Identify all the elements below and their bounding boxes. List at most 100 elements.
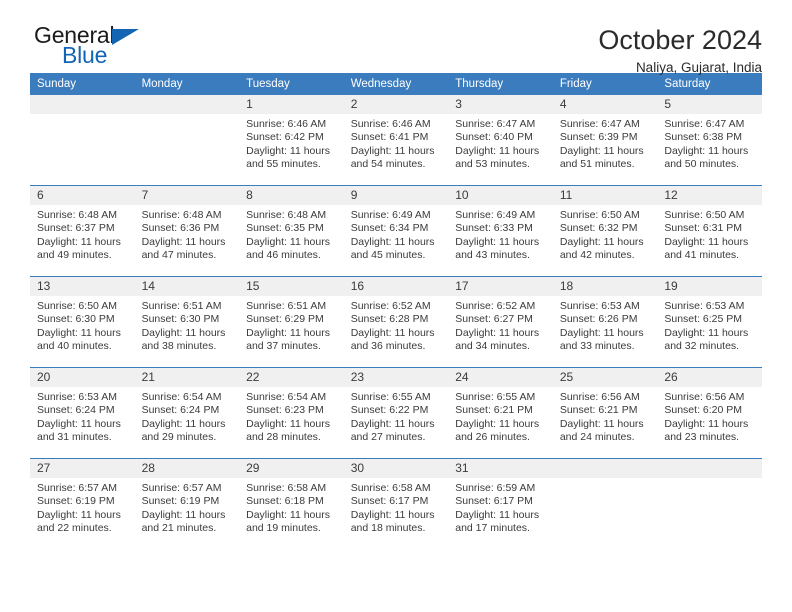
calendar-day-cell[interactable]: 14 Sunrise: 6:51 AM Sunset: 6:30 PM Dayligh… [134,276,240,368]
daylight-duration-line1: Daylight: 11 hours [246,508,330,521]
day-number: 23 [343,368,449,387]
day-details: Sunrise: 6:52 AM Sunset: 6:27 PM Daylight:… [448,296,553,354]
calendar-day-cell[interactable]: 11 Sunrise: 6:50 AM Sunset: 6:32 PM Dayligh… [552,185,658,277]
day-number: 11 [552,186,658,205]
daylight-duration-line1: Daylight: 11 hours [455,235,540,248]
calendar-day-cell[interactable]: 5 Sunrise: 6:47 AM Sunset: 6:38 PM Daylight… [657,95,762,186]
calendar-day-cell[interactable]: 19 Sunrise: 6:53 AM Sunset: 6:25 PM Dayligh… [657,276,762,368]
day-cell-inner: 2 Sunrise: 6:46 AM Sunset: 6:41 PM Daylight… [343,95,449,185]
calendar-day-cell[interactable]: 20 Sunrise: 6:53 AM Sunset: 6:24 PM Dayligh… [30,367,135,459]
sunset-time: Sunset: 6:22 PM [350,404,429,417]
calendar-day-cell[interactable]: 26 Sunrise: 6:56 AM Sunset: 6:20 PM Dayligh… [657,367,762,459]
day-cell-inner: 12 Sunrise: 6:50 AM Sunset: 6:31 PM Dayligh… [657,186,762,276]
day-number: 26 [657,368,762,387]
daylight-duration-line2: and 23 minutes. [664,431,740,444]
calendar-day-cell[interactable]: 10 Sunrise: 6:49 AM Sunset: 6:33 PM Dayligh… [448,185,553,277]
day-details: Sunrise: 6:47 AM Sunset: 6:38 PM Daylight:… [657,114,762,172]
daylight-duration-line1: Daylight: 11 hours [141,417,226,430]
day-cell-inner [30,95,135,185]
day-cell-inner: 22 Sunrise: 6:54 AM Sunset: 6:23 PM Dayligh… [239,368,344,458]
calendar-day-cell[interactable]: 15 Sunrise: 6:51 AM Sunset: 6:29 PM Dayligh… [239,276,344,368]
calendar-day-cell[interactable]: 30 Sunrise: 6:58 AM Sunset: 6:17 PM Dayligh… [343,458,449,549]
daylight-duration-line2: and 42 minutes. [559,249,635,262]
page-title: October 2024 [598,25,762,55]
day-cell-inner: 5 Sunrise: 6:47 AM Sunset: 6:38 PM Daylight… [657,95,762,185]
sunrise-time: Sunrise: 6:47 AM [559,118,640,130]
day-cell-inner: 13 Sunrise: 6:50 AM Sunset: 6:30 PM Dayligh… [30,277,135,367]
calendar-day-cell[interactable]: 25 Sunrise: 6:56 AM Sunset: 6:21 PM Dayligh… [552,367,658,459]
daylight-duration-line2: and 43 minutes. [455,249,530,262]
calendar-day-cell[interactable]: 6 Sunrise: 6:48 AM Sunset: 6:37 PM Daylight… [30,185,135,277]
calendar-day-cell[interactable]: 7 Sunrise: 6:48 AM Sunset: 6:36 PM Daylight… [134,185,240,277]
calendar-week-row: 20 Sunrise: 6:53 AM Sunset: 6:24 PM Dayligh… [30,367,762,459]
daylight-duration-line2: and 31 minutes. [37,431,112,444]
calendar-day-cell[interactable]: 12 Sunrise: 6:50 AM Sunset: 6:31 PM Dayligh… [657,185,762,277]
day-cell-inner [552,459,658,549]
weekday-header-thursday: Thursday [448,73,553,95]
day-number: 20 [30,368,135,387]
calendar-day-cell[interactable]: 3 Sunrise: 6:47 AM Sunset: 6:40 PM Daylight… [448,95,553,186]
day-number: 13 [30,277,135,296]
calendar-day-cell[interactable]: 16 Sunrise: 6:52 AM Sunset: 6:28 PM Dayligh… [343,276,449,368]
day-number: 31 [448,459,553,478]
calendar-page: General Blue October 2024 Naliya, Gujara… [0,0,792,612]
day-details: Sunrise: 6:55 AM Sunset: 6:21 PM Daylight:… [448,387,553,445]
calendar-day-cell[interactable]: 29 Sunrise: 6:58 AM Sunset: 6:18 PM Dayligh… [239,458,344,549]
calendar-day-cell[interactable]: 21 Sunrise: 6:54 AM Sunset: 6:24 PM Dayligh… [134,367,240,459]
brand-logo[interactable]: General Blue [30,24,200,76]
calendar-day-cell[interactable]: 13 Sunrise: 6:50 AM Sunset: 6:30 PM Dayligh… [30,276,135,368]
sunset-time: Sunset: 6:42 PM [246,131,324,144]
day-details: Sunrise: 6:59 AM Sunset: 6:17 PM Daylight:… [448,478,553,536]
day-details: Sunrise: 6:55 AM Sunset: 6:22 PM Daylight:… [344,387,449,445]
sunset-time: Sunset: 6:18 PM [246,495,324,508]
weekday-header-saturday: Saturday [657,73,762,95]
day-cell-inner: 21 Sunrise: 6:54 AM Sunset: 6:24 PM Dayligh… [134,368,240,458]
sunrise-time: Sunrise: 6:52 AM [350,300,431,312]
sunrise-time: Sunrise: 6:48 AM [141,209,222,221]
sunset-time: Sunset: 6:21 PM [559,404,638,417]
day-details: Sunrise: 6:51 AM Sunset: 6:29 PM Daylight:… [239,296,344,354]
calendar-day-cell[interactable]: 9 Sunrise: 6:49 AM Sunset: 6:34 PM Daylight… [343,185,449,277]
calendar-day-cell[interactable]: 28 Sunrise: 6:57 AM Sunset: 6:19 PM Dayligh… [134,458,240,549]
calendar-day-cell[interactable]: 31 Sunrise: 6:59 AM Sunset: 6:17 PM Dayligh… [448,458,553,549]
calendar-day-cell[interactable]: 1 Sunrise: 6:46 AM Sunset: 6:42 PM Daylight… [239,95,344,186]
day-cell-inner: 28 Sunrise: 6:57 AM Sunset: 6:19 PM Dayligh… [134,459,240,549]
day-details: Sunrise: 6:50 AM Sunset: 6:30 PM Daylight:… [30,296,135,354]
calendar-day-cell[interactable]: 18 Sunrise: 6:53 AM Sunset: 6:26 PM Dayligh… [552,276,658,368]
sunset-time: Sunset: 6:17 PM [350,495,429,508]
day-number: 30 [343,459,449,478]
calendar-day-cell[interactable]: 27 Sunrise: 6:57 AM Sunset: 6:19 PM Dayligh… [30,458,135,549]
day-number [552,459,658,478]
day-details: Sunrise: 6:53 AM Sunset: 6:25 PM Daylight:… [657,296,762,354]
sunset-time: Sunset: 6:17 PM [455,495,533,508]
calendar-day-cell[interactable]: 2 Sunrise: 6:46 AM Sunset: 6:41 PM Daylight… [343,95,449,186]
day-details: Sunrise: 6:50 AM Sunset: 6:32 PM Daylight:… [553,205,658,263]
day-number: 21 [134,368,240,387]
daylight-duration-line2: and 40 minutes. [37,340,112,353]
day-cell-inner: 15 Sunrise: 6:51 AM Sunset: 6:29 PM Dayligh… [239,277,344,367]
weekday-header-tuesday: Tuesday [239,73,344,95]
day-number: 25 [552,368,658,387]
day-number: 28 [134,459,240,478]
day-details: Sunrise: 6:49 AM Sunset: 6:33 PM Daylight:… [448,205,553,263]
daylight-duration-line2: and 18 minutes. [350,522,426,535]
daylight-duration-line2: and 29 minutes. [141,431,217,444]
day-details: Sunrise: 6:48 AM Sunset: 6:37 PM Daylight:… [30,205,135,263]
sunrise-time: Sunrise: 6:58 AM [350,482,431,494]
daylight-duration-line2: and 50 minutes. [664,158,740,171]
calendar-day-cell[interactable]: 17 Sunrise: 6:52 AM Sunset: 6:27 PM Dayligh… [448,276,553,368]
calendar-day-cell[interactable]: 8 Sunrise: 6:48 AM Sunset: 6:35 PM Daylight… [239,185,344,277]
daylight-duration-line1: Daylight: 11 hours [246,144,330,157]
day-details: Sunrise: 6:58 AM Sunset: 6:18 PM Daylight:… [239,478,344,536]
calendar-day-cell[interactable]: 22 Sunrise: 6:54 AM Sunset: 6:23 PM Dayligh… [239,367,344,459]
daylight-duration-line2: and 51 minutes. [559,158,635,171]
day-cell-inner: 16 Sunrise: 6:52 AM Sunset: 6:28 PM Dayligh… [343,277,449,367]
calendar-day-cell[interactable]: 4 Sunrise: 6:47 AM Sunset: 6:39 PM Daylight… [552,95,658,186]
day-number: 16 [343,277,449,296]
day-cell-inner: 20 Sunrise: 6:53 AM Sunset: 6:24 PM Dayligh… [30,368,135,458]
calendar-day-cell[interactable]: 23 Sunrise: 6:55 AM Sunset: 6:22 PM Dayligh… [343,367,449,459]
calendar-day-cell[interactable]: 24 Sunrise: 6:55 AM Sunset: 6:21 PM Dayligh… [448,367,553,459]
day-details: Sunrise: 6:54 AM Sunset: 6:23 PM Daylight:… [239,387,344,445]
day-cell-inner: 17 Sunrise: 6:52 AM Sunset: 6:27 PM Dayligh… [448,277,553,367]
calendar-empty-cell [30,95,135,186]
